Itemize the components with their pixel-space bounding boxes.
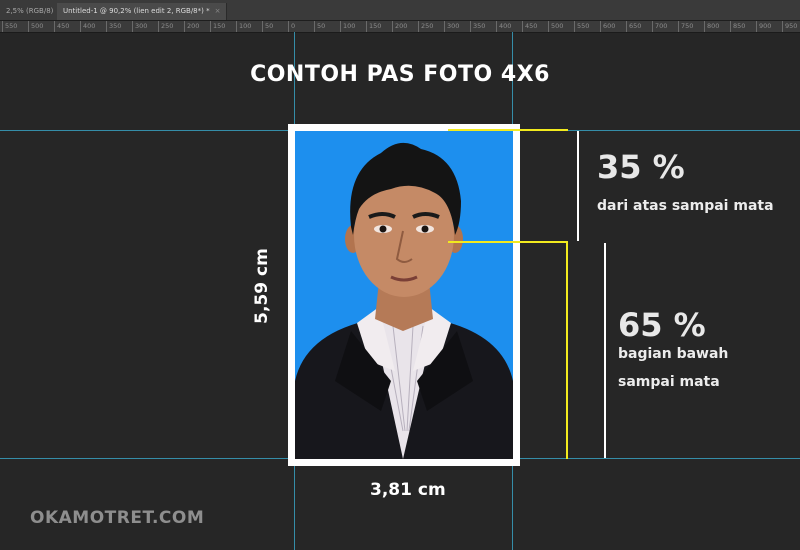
tab-close-icon[interactable]: × [215, 7, 221, 15]
ruler-tick: 700 [652, 21, 667, 32]
ruler-tick: 800 [704, 21, 719, 32]
ruler-tick: 50 [262, 21, 273, 32]
ruler-tick: 500 [548, 21, 563, 32]
portrait-illustration [295, 131, 513, 459]
bottom-section-label-line2: sampai mata [618, 374, 720, 390]
ruler-tick: 100 [236, 21, 251, 32]
bottom-section-label-line1: bagian bawah [618, 346, 729, 362]
ruler-tick: 300 [132, 21, 147, 32]
top-section-label: dari atas sampai mata [597, 198, 774, 214]
ruler-tick: 350 [470, 21, 485, 32]
ruler-tick: 400 [80, 21, 95, 32]
photo-width-label: 3,81 cm [370, 480, 446, 500]
tab-document-active[interactable]: Untitled-1 @ 90,2% (lien edit 2, RGB/8*)… [57, 3, 228, 20]
ruler-tick: 600 [600, 21, 615, 32]
eye-level-marker [448, 241, 568, 243]
tab-label: 2,5% (RGB/8) [6, 7, 54, 15]
ruler-tick: 150 [210, 21, 225, 32]
ruler-tick: 200 [184, 21, 199, 32]
top-percentage: 35 % [597, 148, 685, 186]
ruler-tick: 150 [366, 21, 381, 32]
bottom-section-line [604, 243, 606, 458]
photo-height-label: 5,59 cm [252, 248, 272, 324]
ruler-tick: 550 [574, 21, 589, 32]
ruler-tick: 450 [54, 21, 69, 32]
ruler-tick: 250 [418, 21, 433, 32]
ruler-tick: 50 [314, 21, 325, 32]
tab-document-1[interactable]: 2,5% (RGB/8)× [0, 3, 64, 20]
ruler-tick: 650 [626, 21, 641, 32]
ruler-tick: 550 [2, 21, 17, 32]
horizontal-ruler[interactable]: 550 500 450 400 350 300 250 200 150 100 … [0, 21, 800, 33]
document-tab-bar: 2,5% (RGB/8)× Untitled-1 @ 90,2% (lien e… [0, 0, 800, 21]
ruler-tick: 950 [782, 21, 797, 32]
ruler-tick: 0 [288, 21, 295, 32]
ruler-tick: 200 [392, 21, 407, 32]
ruler-tick: 500 [28, 21, 43, 32]
ruler-tick: 450 [522, 21, 537, 32]
ruler-tick: 900 [756, 21, 771, 32]
tab-label: Untitled-1 @ 90,2% (lien edit 2, RGB/8*)… [63, 7, 210, 15]
bottom-percentage: 65 % [618, 306, 706, 344]
ruler-tick: 300 [444, 21, 459, 32]
ruler-tick: 750 [678, 21, 693, 32]
passport-photo [295, 131, 513, 459]
ruler-tick: 850 [730, 21, 745, 32]
bottom-section-bracket [566, 241, 568, 459]
ruler-tick: 400 [496, 21, 511, 32]
watermark: OKAMOTRET.COM [30, 508, 205, 528]
page-title: CONTOH PAS FOTO 4X6 [250, 62, 550, 87]
ruler-tick: 100 [340, 21, 355, 32]
ruler-tick: 250 [158, 21, 173, 32]
top-section-line [577, 131, 579, 241]
ruler-tick: 350 [106, 21, 121, 32]
passport-photo-frame [288, 124, 520, 466]
eye-level-top-marker [448, 129, 568, 131]
